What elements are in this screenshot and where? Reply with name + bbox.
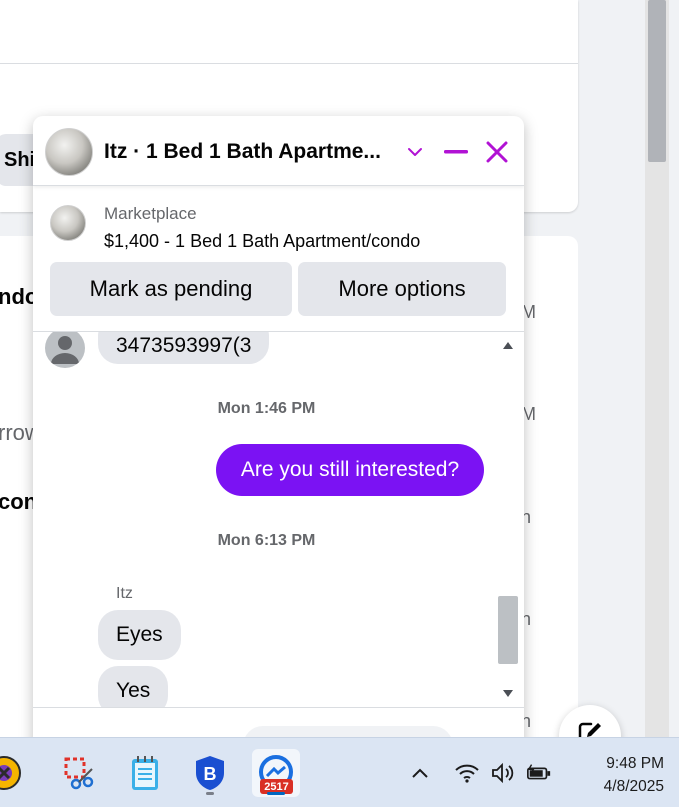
message-timestamp: Mon 6:13 PM (217, 532, 316, 549)
clock-time: 9:48 PM (606, 755, 664, 772)
message-bubble-incoming[interactable]: 3473593997(3 (98, 332, 270, 364)
message-list[interactable]: 3473593997(3 Mon 1:46 PM Are you still i… (33, 332, 524, 707)
chat-title[interactable]: Itz · 1 Bed 1 Bath Apartme... (104, 140, 394, 164)
snipping-tool-icon (64, 757, 94, 790)
scroll-up-arrow-icon[interactable] (503, 342, 513, 349)
sender-avatar (45, 332, 85, 368)
page-scrollbar[interactable] (645, 0, 669, 750)
wifi-button[interactable] (454, 761, 480, 785)
page-scrollbar-thumb[interactable] (648, 0, 666, 162)
listing-source: Marketplace (104, 204, 197, 223)
minimize-chat-button[interactable] (440, 136, 472, 168)
message-text: Yes (116, 679, 151, 702)
taskbar-app-snipping-tool[interactable] (56, 749, 104, 797)
background-divider (0, 63, 578, 64)
taskbar-app-game[interactable] (0, 749, 28, 797)
message-text: 3473593997(3 (116, 334, 252, 357)
game-controller-icon (0, 756, 21, 790)
sender-name: Itz (116, 585, 133, 602)
battery-button[interactable] (526, 761, 552, 785)
listing-title[interactable]: $1,400 - 1 Bed 1 Bath Apartment/condo (104, 231, 420, 252)
background-text-line: con (0, 489, 38, 514)
show-hidden-icons-button[interactable] (407, 761, 433, 785)
message-scrollbar[interactable] (496, 332, 520, 707)
listing-thumbnail[interactable] (50, 205, 86, 241)
volume-button[interactable] (490, 761, 516, 785)
bitdefender-icon: B (196, 756, 224, 790)
taskbar-app-bitdefender[interactable]: B (186, 749, 234, 797)
svg-text:B: B (204, 764, 217, 784)
taskbar-app-notepad[interactable] (121, 749, 169, 797)
minimize-icon (444, 150, 468, 154)
active-indicator (267, 792, 285, 795)
message-text: Eyes (116, 623, 163, 646)
speaker-icon (492, 762, 514, 784)
user-icon (51, 336, 79, 364)
message-text: Are you still interested? (240, 458, 460, 481)
chevron-down-icon (408, 148, 422, 156)
message-bubble-incoming[interactable]: Yes (98, 666, 169, 707)
notepad-icon (132, 756, 158, 790)
background-share-label: Shi (4, 149, 36, 171)
chat-options-button[interactable] (399, 136, 431, 168)
wifi-icon (455, 764, 479, 783)
clock-date: 4/8/2025 (603, 778, 664, 795)
close-chat-button[interactable] (481, 136, 513, 168)
marketplace-listing-banner: Marketplace $1,400 - 1 Bed 1 Bath Apartm… (33, 186, 524, 332)
scroll-down-arrow-icon[interactable] (503, 690, 513, 697)
system-clock[interactable]: 9:48 PM 4/8/2025 (572, 752, 664, 798)
running-indicator (206, 792, 214, 795)
chat-header[interactable]: Itz · 1 Bed 1 Bath Apartme... (33, 116, 524, 186)
contact-avatar[interactable] (45, 128, 93, 176)
more-options-button[interactable]: More options (298, 262, 506, 316)
taskbar-app-messenger[interactable]: 2517 (252, 749, 300, 797)
battery-charging-icon (527, 764, 551, 780)
message-timestamp: Mon 1:46 PM (217, 400, 316, 417)
chevron-up-icon (412, 768, 428, 778)
message-bubble-outgoing[interactable]: Are you still interested? (216, 444, 484, 496)
chat-window: Itz · 1 Bed 1 Bath Apartme... Marketplac… (33, 116, 524, 746)
taskbar: B 2517 9:48 PM 4/8/2025 (0, 737, 679, 807)
message-scrollbar-thumb[interactable] (498, 596, 518, 664)
close-icon (486, 141, 508, 163)
mark-as-pending-button[interactable]: Mark as pending (50, 262, 292, 316)
message-bubble-incoming[interactable]: Eyes (98, 610, 181, 660)
